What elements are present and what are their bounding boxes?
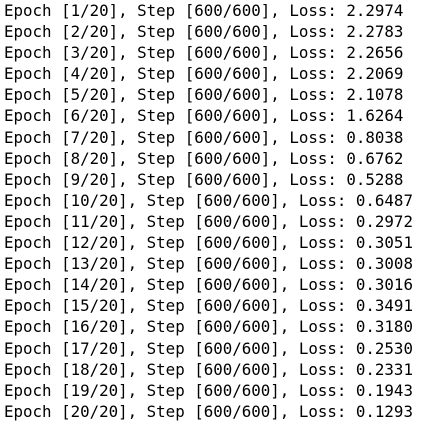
log-line-epoch-19: Epoch [19/20], Step [600/600], Loss: 0.1… bbox=[4, 380, 413, 400]
log-line-epoch-2: Epoch [2/20], Step [600/600], Loss: 2.27… bbox=[4, 22, 404, 42]
log-line-epoch-1: Epoch [1/20], Step [600/600], Loss: 2.29… bbox=[4, 1, 404, 20]
log-line-epoch-6: Epoch [6/20], Step [600/600], Loss: 1.62… bbox=[4, 106, 404, 126]
log-line-epoch-13: Epoch [13/20], Step [600/600], Loss: 0.3… bbox=[4, 254, 413, 274]
log-line-epoch-7: Epoch [7/20], Step [600/600], Loss: 0.80… bbox=[4, 127, 404, 147]
log-line-epoch-4: Epoch [4/20], Step [600/600], Loss: 2.20… bbox=[4, 64, 404, 84]
log-line-epoch-16: Epoch [16/20], Step [600/600], Loss: 0.3… bbox=[4, 317, 413, 337]
log-line-epoch-14: Epoch [14/20], Step [600/600], Loss: 0.3… bbox=[4, 275, 413, 295]
log-line-epoch-11: Epoch [11/20], Step [600/600], Loss: 0.2… bbox=[4, 211, 413, 231]
log-line-epoch-20: Epoch [20/20], Step [600/600], Loss: 0.1… bbox=[4, 401, 413, 421]
log-line-epoch-15: Epoch [15/20], Step [600/600], Loss: 0.3… bbox=[4, 296, 413, 316]
log-line-epoch-17: Epoch [17/20], Step [600/600], Loss: 0.2… bbox=[4, 338, 413, 358]
log-line-epoch-5: Epoch [5/20], Step [600/600], Loss: 2.10… bbox=[4, 85, 404, 105]
log-line-epoch-10: Epoch [10/20], Step [600/600], Loss: 0.6… bbox=[4, 190, 413, 210]
log-line-epoch-8: Epoch [8/20], Step [600/600], Loss: 0.67… bbox=[4, 148, 404, 168]
log-line-epoch-3: Epoch [3/20], Step [600/600], Loss: 2.26… bbox=[4, 43, 404, 63]
log-line-epoch-18: Epoch [18/20], Step [600/600], Loss: 0.2… bbox=[4, 359, 413, 379]
log-line-epoch-9: Epoch [9/20], Step [600/600], Loss: 0.52… bbox=[4, 169, 404, 189]
training-log-output: Epoch [1/20], Step [600/600], Loss: 2.29… bbox=[0, 0, 435, 444]
log-line-epoch-12: Epoch [12/20], Step [600/600], Loss: 0.3… bbox=[4, 233, 413, 253]
